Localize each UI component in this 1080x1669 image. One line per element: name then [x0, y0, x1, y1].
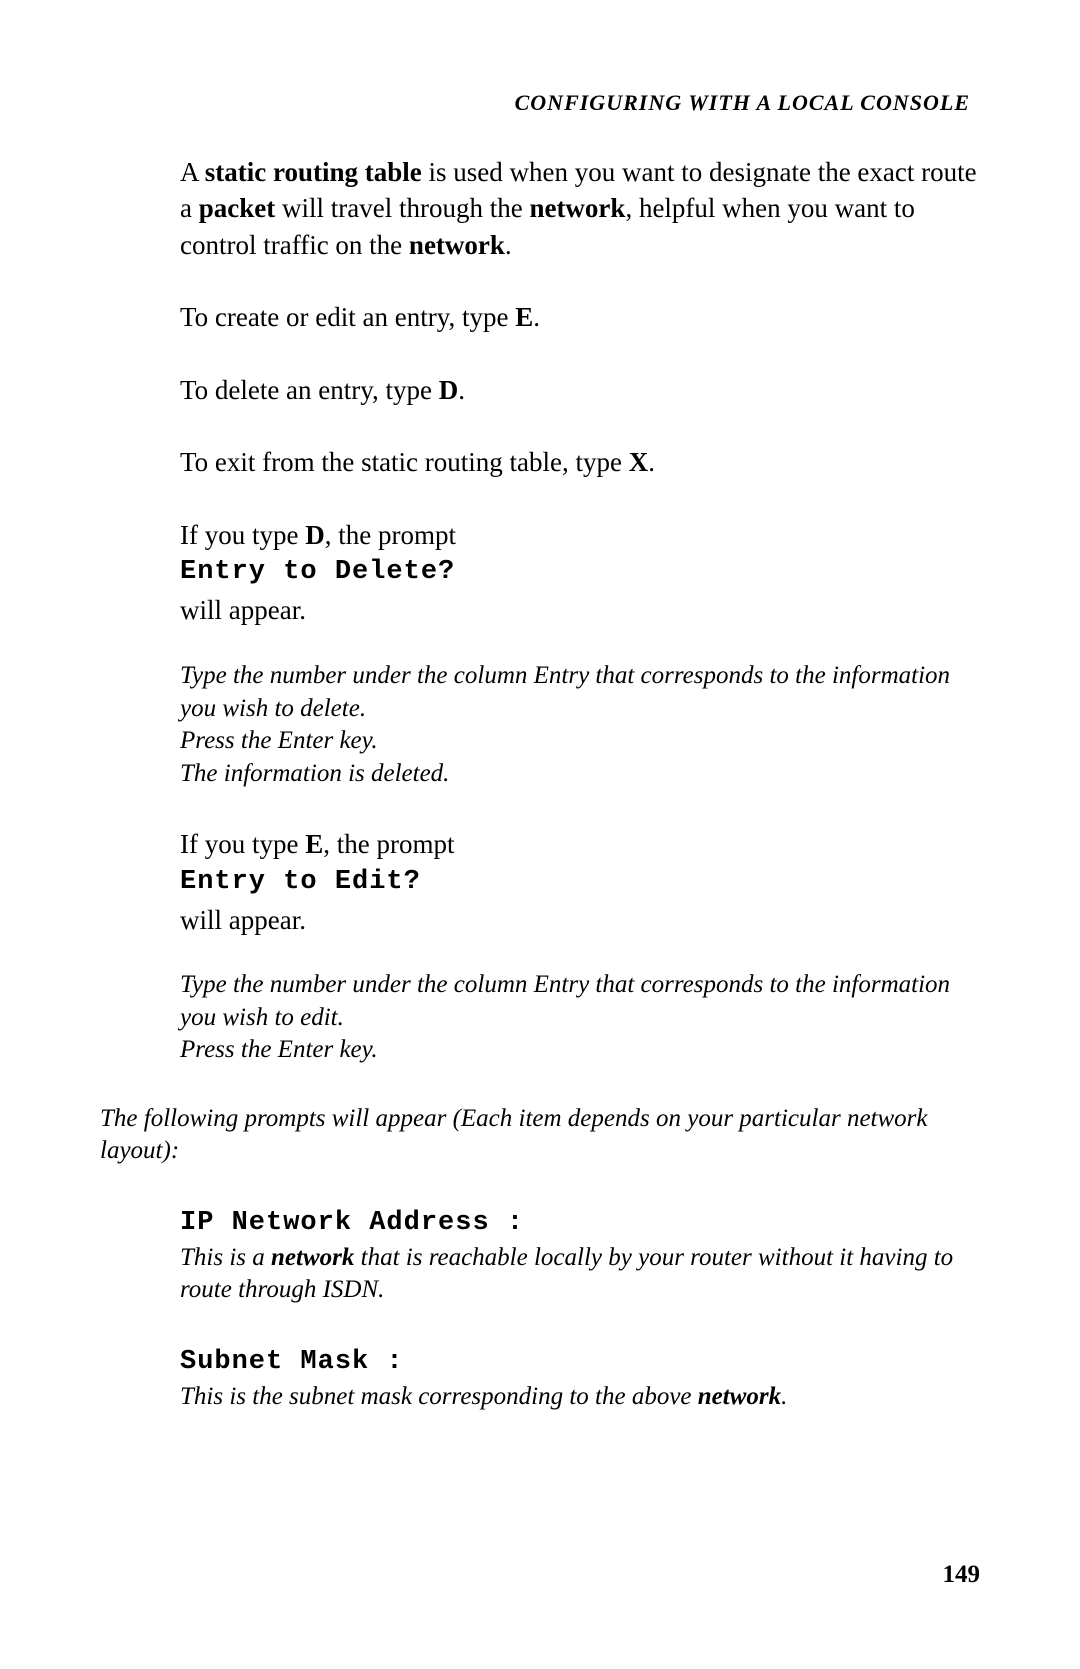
prompt-text-delete: Entry to Delete? — [180, 554, 980, 592]
text: To create or edit an entry, type — [180, 302, 515, 332]
instruction-delete: Type the number under the column Entry t… — [180, 660, 980, 790]
key-d: D — [439, 375, 459, 405]
term-network: network — [409, 230, 505, 260]
term-network: network — [529, 193, 625, 223]
text: If you type — [180, 829, 305, 859]
text: If you type — [180, 520, 305, 550]
text: To delete an entry, type — [180, 375, 439, 405]
page-header: CONFIGURING WITH A LOCAL CONSOLE — [100, 90, 980, 116]
text: will appear. — [180, 592, 980, 630]
text: This is the subnet mask corresponding to… — [180, 1383, 698, 1410]
prompt-edit-block: If you type E, the prompt Entry to Edit?… — [180, 826, 980, 939]
text: To exit from the static routing table, t… — [180, 447, 629, 477]
term-network: network — [698, 1383, 781, 1410]
key-e: E — [305, 829, 323, 859]
paragraph-delete: To delete an entry, type D. — [180, 372, 980, 408]
heading-subnet-mask: Subnet Mask : — [180, 1347, 980, 1377]
text: . — [533, 302, 540, 332]
prompts-section: IP Network Address : This is a network t… — [100, 1208, 980, 1414]
term-static-routing-table: static routing table — [205, 157, 422, 187]
paragraph-intro: A static routing table is used when you … — [180, 154, 980, 263]
text: The information is deleted. — [180, 758, 980, 791]
term-packet: packet — [199, 193, 276, 223]
paragraph-exit: To exit from the static routing table, t… — [180, 444, 980, 480]
key-e: E — [515, 302, 533, 332]
text: Type the number under the column Entry t… — [180, 660, 980, 725]
text: . — [458, 375, 465, 405]
prompt-line: If you type E, the prompt — [180, 826, 980, 864]
key-x: X — [629, 447, 649, 477]
heading-ip-network: IP Network Address : — [180, 1208, 980, 1238]
paragraph-create-edit: To create or edit an entry, type E. — [180, 299, 980, 335]
text: will appear. — [180, 902, 980, 940]
text: Press the Enter key. — [180, 1034, 980, 1067]
desc-ip-network: This is a network that is reachable loca… — [180, 1242, 980, 1307]
text: . — [781, 1383, 787, 1410]
text: will travel through the — [275, 193, 529, 223]
instruction-edit: Type the number under the column Entry t… — [180, 969, 980, 1067]
text: Type the number under the column Entry t… — [180, 969, 980, 1034]
prompt-text-edit: Entry to Edit? — [180, 864, 980, 902]
prompts-intro: The following prompts will appear (Each … — [100, 1103, 980, 1168]
text: . — [505, 230, 512, 260]
page-number: 149 — [943, 1561, 981, 1589]
prompt-delete-block: If you type D, the prompt Entry to Delet… — [180, 517, 980, 630]
main-content: A static routing table is used when you … — [100, 154, 980, 1067]
term-network: network — [271, 1244, 354, 1271]
desc-subnet-mask: This is the subnet mask corresponding to… — [180, 1381, 980, 1414]
prompt-line: If you type D, the prompt — [180, 517, 980, 555]
key-d: D — [305, 520, 325, 550]
text: A — [180, 157, 205, 187]
text: , the prompt — [325, 520, 456, 550]
text: This is a — [180, 1244, 271, 1271]
text: Press the Enter key. — [180, 725, 980, 758]
text: . — [648, 447, 655, 477]
text: , the prompt — [323, 829, 454, 859]
